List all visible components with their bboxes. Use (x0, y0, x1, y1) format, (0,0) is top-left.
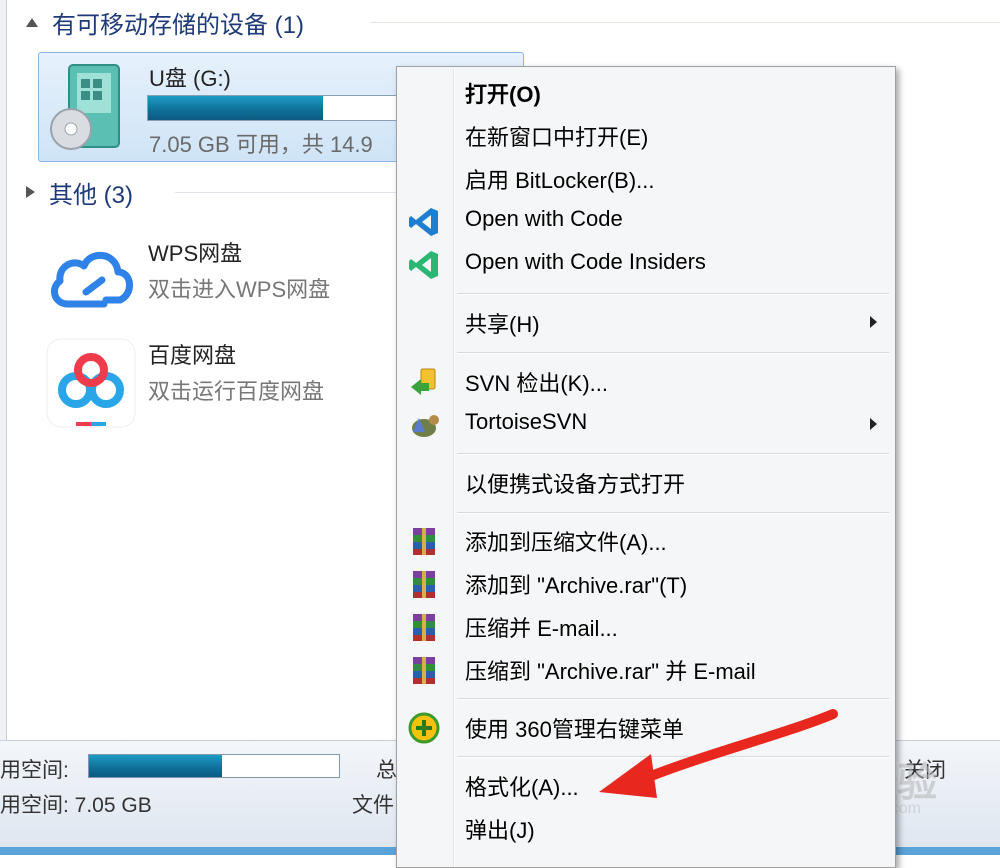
baidu-netdisk-icon (46, 338, 136, 428)
menu-item-label: 添加到 "Archive.rar"(T) (465, 573, 688, 598)
menu-item-label: 压缩并 E-mail... (465, 616, 618, 641)
menu-item-label: 压缩到 "Archive.rar" 并 E-mail (465, 659, 756, 684)
menu-item-label: 启用 BitLocker(B)... (465, 168, 655, 193)
winrar-icon (413, 657, 435, 684)
item-name: WPS网盘 (148, 241, 243, 266)
menu-item-tortoisesvn[interactable]: TortoiseSVN (399, 403, 893, 445)
menu-item-svn-checkout[interactable]: SVN 检出(K)... (399, 360, 893, 402)
menu-item-label: Open with Code (465, 206, 623, 231)
space-usage-bar (88, 754, 340, 778)
menu-item-open-with-code-insiders[interactable]: Open with Code Insiders (399, 243, 893, 285)
baidu-netdisk-item[interactable]: 百度网盘 双击运行百度网盘 (46, 334, 376, 430)
menu-item-share[interactable]: 共享(H) (399, 301, 893, 343)
left-pane-edge (0, 0, 7, 740)
menu-item-label: 弹出(J) (465, 818, 535, 843)
vscode-insiders-icon (409, 251, 438, 279)
menu-item-add-to-archive[interactable]: 添加到压缩文件(A)... (399, 519, 893, 561)
menu-item-compress-and-email[interactable]: 压缩并 E-mail... (399, 605, 893, 647)
menu-item-label: 在新窗口中打开(E) (465, 125, 649, 150)
menu-item-label: TortoiseSVN (465, 409, 588, 434)
tortoisesvn-icon (412, 415, 439, 437)
winrar-icon (413, 614, 435, 641)
menu-item-label: SVN 检出(K)... (465, 371, 609, 396)
wps-cloud-icon (50, 252, 133, 308)
space-usage-fill (89, 755, 222, 777)
360-icon (408, 712, 440, 744)
group-header-label: 其他 (3) (49, 181, 133, 209)
menu-item-label: 添加到压缩文件(A)... (465, 530, 667, 555)
item-description: 双击运行百度网盘 (148, 379, 325, 404)
menu-item-label: 共享(H) (465, 312, 540, 337)
menu-separator (457, 512, 889, 514)
drive-usage-fill (148, 96, 323, 120)
total-size-label: 总 (376, 759, 397, 782)
collapse-triangle-icon[interactable] (26, 17, 38, 27)
menu-item-compress-rar-and-email[interactable]: 压缩到 "Archive.rar" 并 E-mail (399, 648, 893, 690)
menu-item-open-as-portable-device[interactable]: 以便携式设备方式打开 (399, 461, 893, 503)
menu-separator (457, 352, 889, 354)
menu-item-add-to-archive-rar[interactable]: 添加到 "Archive.rar"(T) (399, 562, 893, 604)
vscode-icon (409, 208, 438, 236)
item-name: 百度网盘 (148, 343, 237, 368)
submenu-arrow-icon (870, 316, 877, 328)
annotation-arrow-icon (599, 709, 838, 798)
menu-item-eject[interactable]: 弹出(J) (399, 807, 893, 849)
drive-name: U盘 (G:) (149, 66, 231, 91)
menu-item-open[interactable]: 打开(O) (399, 71, 893, 113)
group-divider (175, 192, 397, 193)
drive-free-space: 7.05 GB 可用，共 14.9 (149, 132, 373, 157)
free-space-label: 用空间: 7.05 GB (0, 794, 152, 817)
group-divider (370, 22, 1000, 23)
menu-item-label: 以便携式设备方式打开 (465, 472, 686, 497)
used-space-label: 用空间: (0, 759, 69, 782)
menu-item-open-with-code[interactable]: Open with Code (399, 200, 893, 242)
menu-item-label: 格式化(A)... (465, 775, 579, 800)
group-header-label: 有可移动存储的设备 (1) (52, 11, 304, 39)
menu-item-bitlocker[interactable]: 启用 BitLocker(B)... (399, 157, 893, 199)
usb-drive-icon (50, 64, 120, 150)
svn-checkout-icon (411, 368, 436, 395)
menu-separator (457, 293, 889, 295)
collapse-triangle-icon[interactable] (26, 186, 35, 198)
wps-cloud-item[interactable]: WPS网盘 双击进入WPS网盘 (46, 232, 376, 328)
menu-separator (457, 453, 889, 455)
winrar-icon (413, 571, 435, 598)
item-description: 双击进入WPS网盘 (148, 277, 331, 302)
menu-item-open-new-window[interactable]: 在新窗口中打开(E) (399, 114, 893, 156)
submenu-arrow-icon (870, 418, 877, 430)
file-system-label: 文件 (352, 794, 394, 817)
group-header-other[interactable]: 其他 (3) (26, 172, 133, 212)
menu-item-label: 打开(O) (465, 82, 541, 107)
group-header-removable[interactable]: 有可移动存储的设备 (1) (26, 2, 304, 42)
menu-item-label: Open with Code Insiders (465, 249, 706, 274)
winrar-icon (413, 528, 435, 555)
